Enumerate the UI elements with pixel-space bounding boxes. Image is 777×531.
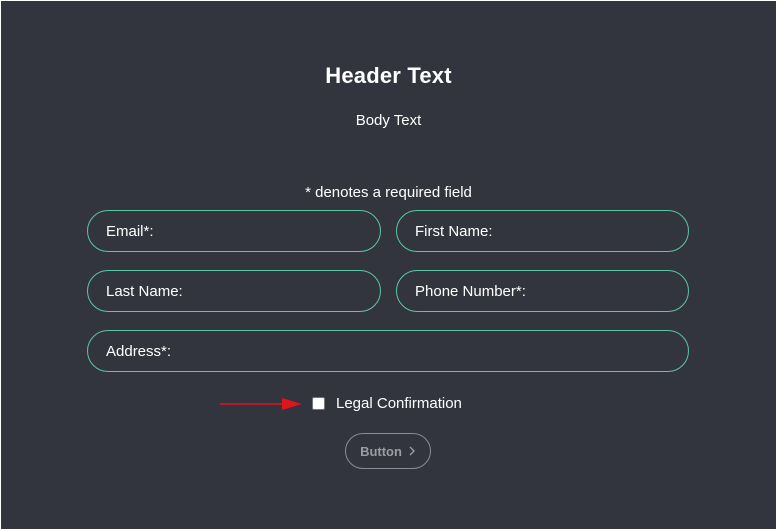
legal-confirmation-checkbox[interactable]	[312, 397, 325, 410]
email-field-label: Email*:	[106, 222, 154, 240]
first-name-field[interactable]: First Name:	[396, 210, 689, 252]
required-field-note: * denotes a required field	[305, 184, 472, 201]
address-field[interactable]: Address*:	[87, 330, 689, 372]
submit-button-label: Button	[360, 443, 402, 459]
last-name-field-label: Last Name:	[106, 282, 183, 300]
legal-confirmation-label[interactable]: Legal Confirmation	[336, 395, 462, 412]
arrow-right-icon	[220, 398, 302, 410]
phone-number-field[interactable]: Phone Number*:	[396, 270, 689, 312]
body-text: Body Text	[355, 112, 422, 129]
address-field-label: Address*:	[106, 342, 172, 360]
page-title: Header Text	[325, 63, 452, 88]
email-field[interactable]: Email*:	[87, 210, 381, 252]
submit-button[interactable]: Button	[345, 433, 431, 469]
phone-number-field-label: Phone Number*:	[415, 282, 526, 300]
last-name-field[interactable]: Last Name:	[87, 270, 381, 312]
chevron-right-icon	[409, 446, 415, 456]
form-panel: Header Text Body Text * denotes a requir…	[1, 1, 776, 529]
first-name-field-label: First Name:	[415, 222, 493, 240]
